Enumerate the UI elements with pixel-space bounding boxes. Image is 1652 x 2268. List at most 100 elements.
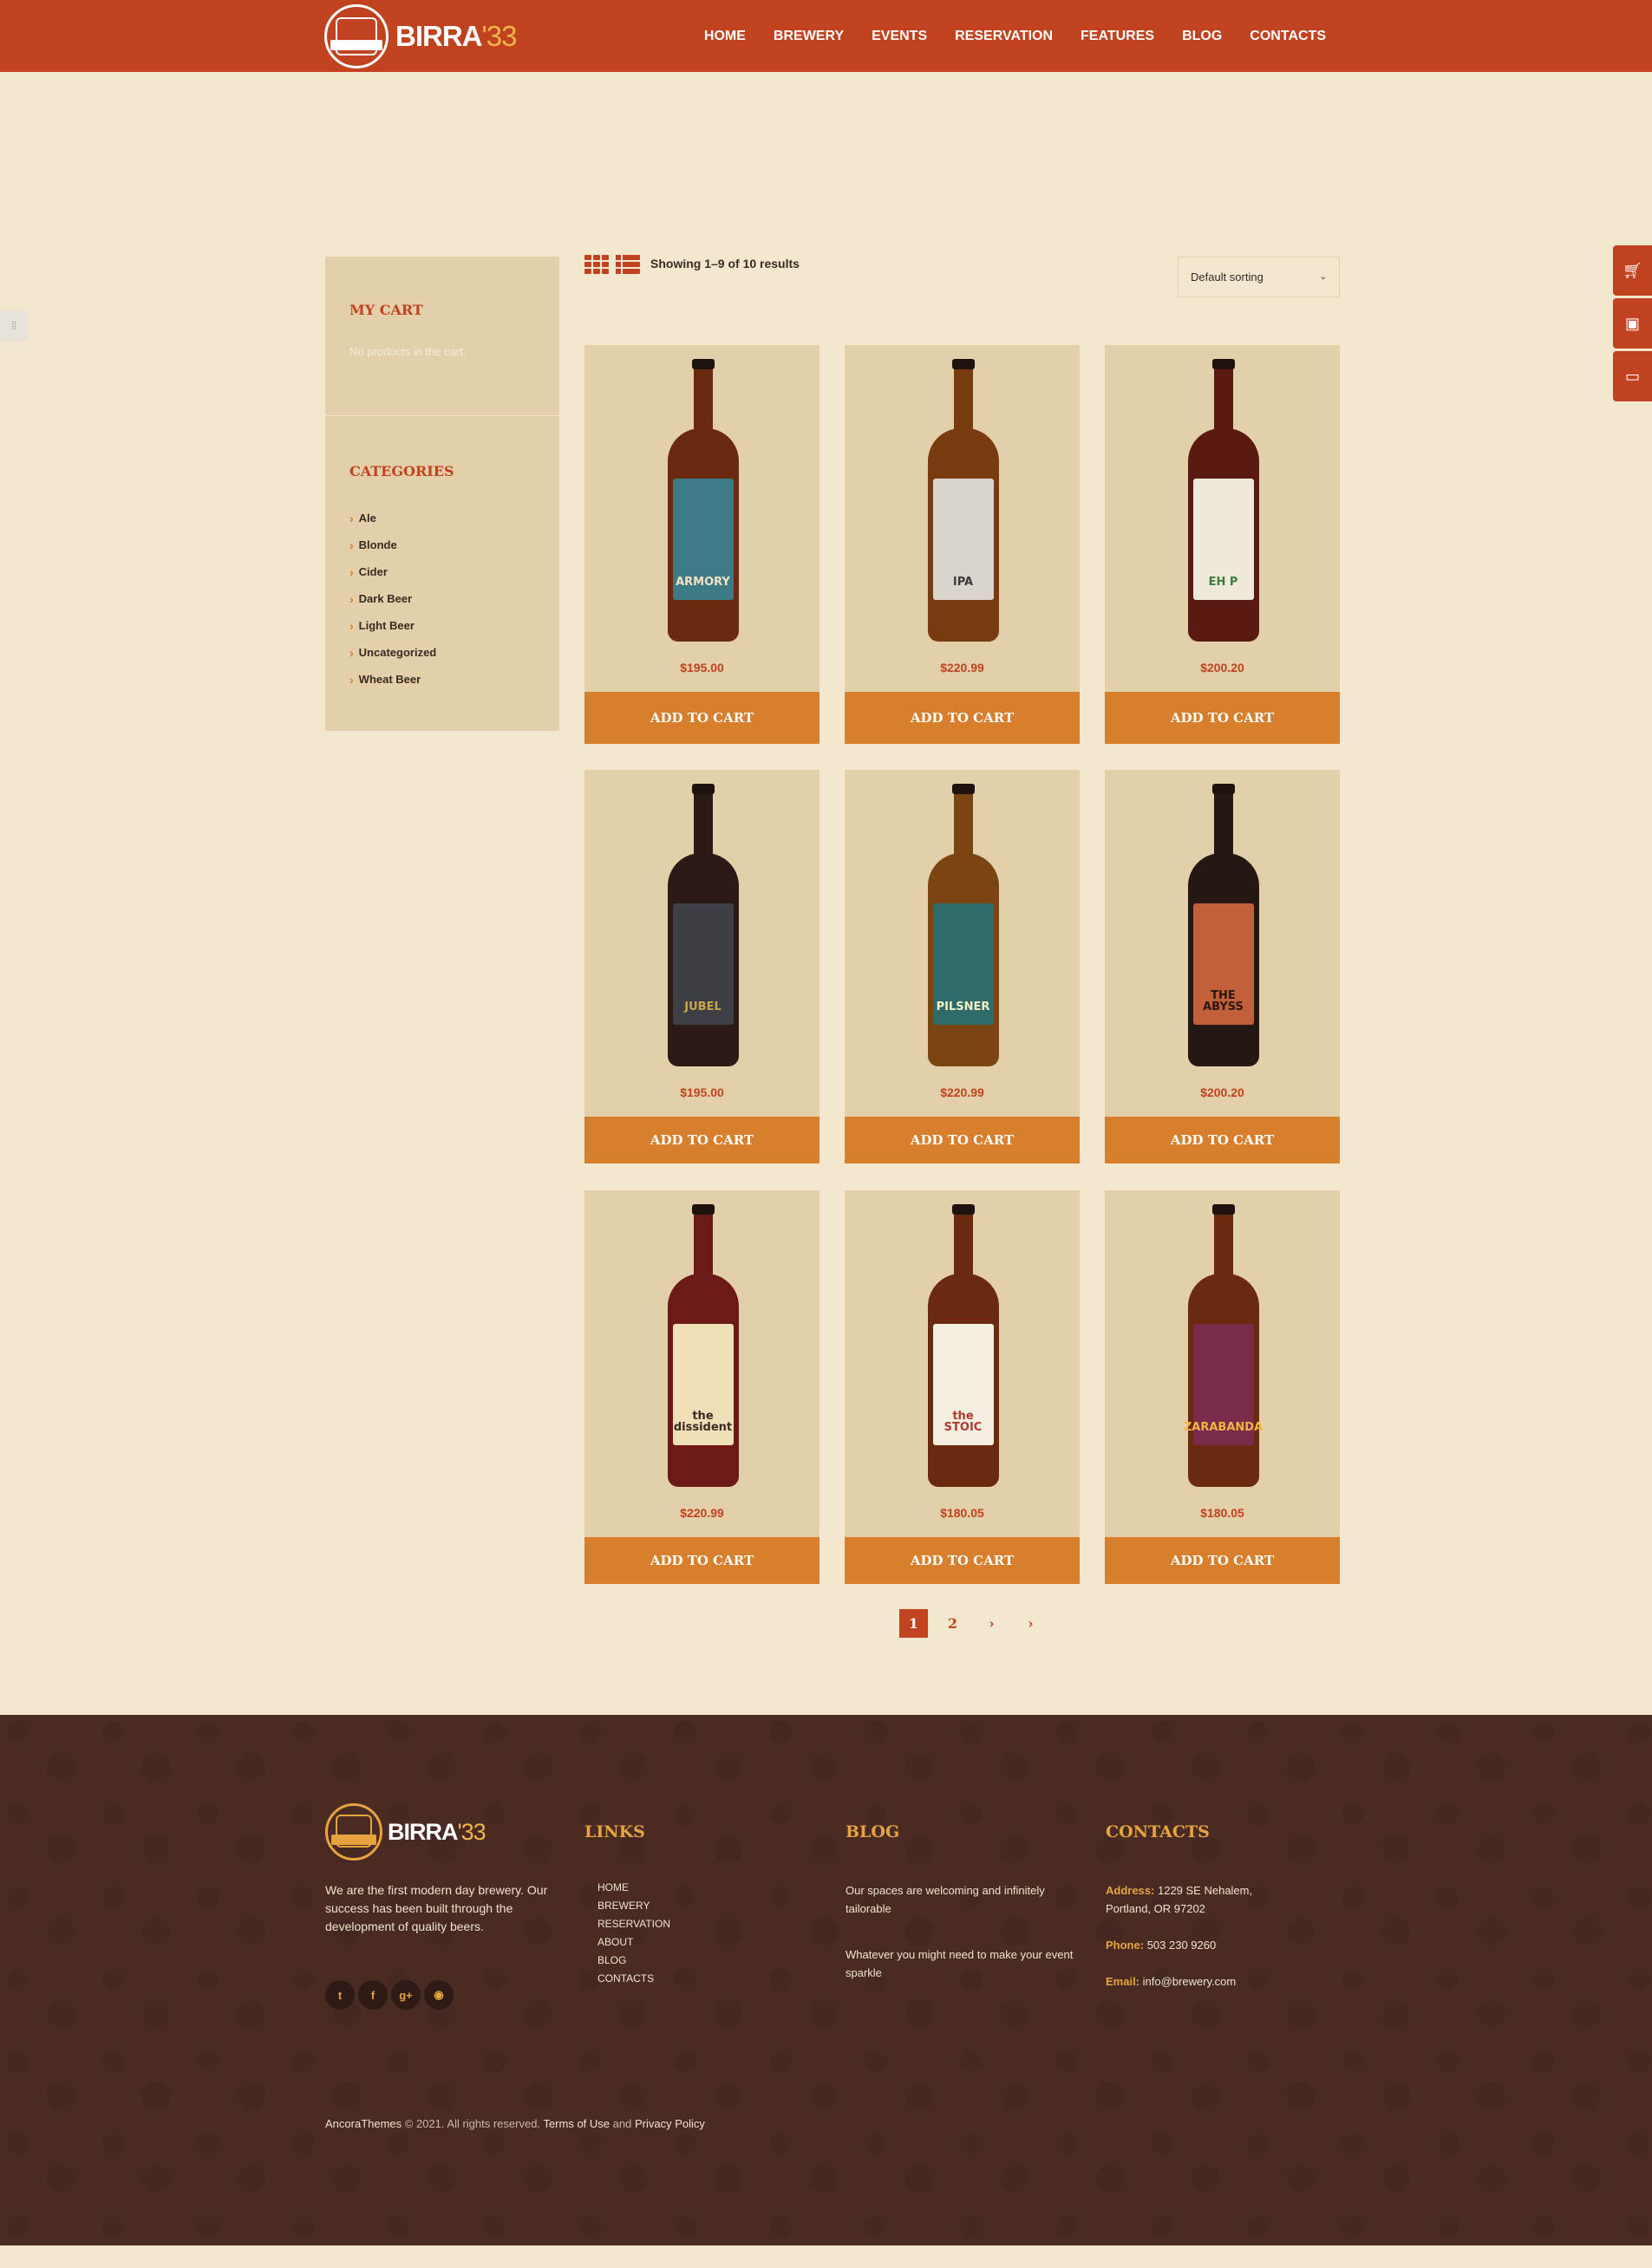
product-card[interactable]: EH P $200.20 ADD TO CART — [1105, 345, 1340, 744]
product-price: $180.05 — [940, 1506, 984, 1520]
footer-address: Address: 1229 SE Nehalem, Portland, OR 9… — [1106, 1884, 1253, 1915]
add-to-cart-button[interactable]: ADD TO CART — [1105, 692, 1340, 744]
site-header: BIRRA'33 HOME BREWERY EVENTS RESERVATION… — [0, 0, 1652, 72]
footer-link[interactable]: HOME — [597, 1881, 670, 1900]
product-image[interactable]: IPA $220.99 — [845, 345, 1080, 692]
product-image[interactable]: EH P $200.20 — [1105, 345, 1340, 692]
product-image[interactable]: JUBEL $195.00 — [584, 770, 819, 1117]
footer-about: We are the first modern day brewery. Our… — [325, 1883, 548, 1933]
page-1[interactable]: 1 — [899, 1609, 928, 1638]
product-image[interactable]: THE ABYSS $200.20 — [1105, 770, 1340, 1117]
image-icon[interactable]: ▣ — [1613, 298, 1652, 349]
footer-links-title: LINKS — [584, 1822, 645, 1841]
add-to-cart-button[interactable]: ADD TO CART — [584, 692, 819, 744]
footer-phone: Phone: 503 230 9260 — [1106, 1939, 1217, 1952]
chevron-right-icon: › — [349, 564, 354, 579]
category-item[interactable]: › Uncategorized — [349, 639, 436, 666]
twitter-icon[interactable]: t — [325, 1980, 355, 2010]
product-image[interactable]: the STOIC $180.05 — [845, 1190, 1080, 1537]
site-logo[interactable]: BIRRA'33 — [324, 4, 518, 68]
product-image[interactable]: ARMORY $195.00 — [584, 345, 819, 692]
facebook-icon[interactable]: f — [358, 1980, 388, 2010]
beer-bottle-icon: ZARABANDA — [1184, 1204, 1263, 1489]
categories-title: CATEGORIES — [349, 463, 454, 479]
product-price: $180.05 — [1200, 1506, 1244, 1520]
product-image[interactable]: ZARABANDA $180.05 — [1105, 1190, 1340, 1537]
bottle-label: the STOIC — [932, 1324, 994, 1445]
bottle-label: ARMORY — [672, 479, 734, 600]
beer-bottle-icon: EH P — [1187, 359, 1259, 643]
footer-logo[interactable]: BIRRA'33 — [325, 1803, 486, 1861]
social-links: t f g+ ◉ — [325, 1980, 454, 2010]
add-to-cart-button[interactable]: ADD TO CART — [584, 1117, 819, 1163]
product-card[interactable]: ZARABANDA $180.05 ADD TO CART — [1105, 1190, 1340, 1584]
add-to-cart-button[interactable]: ADD TO CART — [584, 1537, 819, 1584]
product-price: $220.99 — [940, 1085, 984, 1099]
add-to-cart-button[interactable]: ADD TO CART — [1105, 1117, 1340, 1163]
footer-blog-post[interactable]: Our spaces are welcoming and infinitely … — [846, 1881, 1080, 1918]
footer-link[interactable]: CONTACTS — [597, 1972, 670, 1991]
bottle-label: EH P — [1192, 479, 1254, 600]
footer-link[interactable]: ABOUT — [597, 1936, 670, 1954]
footer-link[interactable]: BREWERY — [597, 1900, 670, 1918]
browser-icon[interactable]: ▭ — [1613, 351, 1652, 401]
nav-contacts[interactable]: CONTACTS — [1250, 29, 1326, 44]
product-card[interactable]: the STOIC $180.05 ADD TO CART — [845, 1190, 1080, 1584]
terms-link[interactable]: Terms of Use — [543, 2117, 610, 2130]
product-card[interactable]: IPA $220.99 ADD TO CART — [845, 345, 1080, 744]
nav-brewery[interactable]: BREWERY — [774, 29, 844, 44]
last-page-icon[interactable]: › — [1016, 1609, 1045, 1638]
privacy-link[interactable]: Privacy Policy — [635, 2117, 705, 2130]
product-card[interactable]: THE ABYSS $200.20 ADD TO CART — [1105, 770, 1340, 1163]
footer-contacts-title: CONTACTS — [1106, 1822, 1210, 1841]
cart-icon[interactable]: 🛒︎ — [1613, 245, 1652, 296]
add-to-cart-button[interactable]: ADD TO CART — [845, 1117, 1080, 1163]
grid-view-icon[interactable] — [584, 255, 609, 274]
product-card[interactable]: JUBEL $195.00 ADD TO CART — [584, 770, 819, 1163]
beer-bottle-icon: ARMORY — [667, 359, 739, 643]
beer-bottle-icon: JUBEL — [667, 784, 739, 1068]
nav-blog[interactable]: BLOG — [1182, 29, 1222, 44]
category-item[interactable]: › Wheat Beer — [349, 666, 436, 693]
sort-select[interactable]: Default sorting ⌄ — [1178, 257, 1340, 297]
add-to-cart-button[interactable]: ADD TO CART — [1105, 1537, 1340, 1584]
rss-icon[interactable]: ◉ — [424, 1980, 454, 2010]
view-toggles — [584, 255, 640, 274]
copyright-brand[interactable]: AncoraThemes — [325, 2117, 402, 2130]
category-item[interactable]: › Blonde — [349, 531, 436, 558]
page-2[interactable]: 2 — [938, 1609, 967, 1638]
settings-toggle-icon[interactable]: ⦙⦙ — [0, 310, 28, 342]
copyright: AncoraThemes © 2021. All rights reserved… — [325, 2117, 705, 2130]
footer-link[interactable]: BLOG — [597, 1954, 670, 1972]
beer-bottle-icon: the dissident — [667, 1204, 739, 1489]
beer-bottle-icon: the STOIC — [927, 1204, 999, 1489]
nav-events[interactable]: EVENTS — [872, 29, 927, 44]
product-card[interactable]: the dissident $220.99 ADD TO CART — [584, 1190, 819, 1584]
main-nav: HOME BREWERY EVENTS RESERVATION FEATURES… — [704, 0, 1326, 72]
footer-blog-post[interactable]: Whatever you might need to make your eve… — [846, 1945, 1080, 1982]
next-page-icon[interactable]: › — [977, 1609, 1006, 1638]
product-price: $220.99 — [940, 661, 984, 675]
product-image[interactable]: the dissident $220.99 — [584, 1190, 819, 1537]
product-image[interactable]: PILSNER $220.99 — [845, 770, 1080, 1117]
category-item[interactable]: › Light Beer — [349, 612, 436, 639]
product-card[interactable]: PILSNER $220.99 ADD TO CART — [845, 770, 1080, 1163]
google-plus-icon[interactable]: g+ — [391, 1980, 421, 2010]
footer-link[interactable]: RESERVATION — [597, 1918, 670, 1936]
nav-reservation[interactable]: RESERVATION — [955, 29, 1053, 44]
product-card[interactable]: ARMORY $195.00 ADD TO CART — [584, 345, 819, 744]
nav-features[interactable]: FEATURES — [1081, 29, 1154, 44]
chevron-right-icon: › — [349, 672, 354, 687]
cart-empty-text: No products in the cart. — [349, 345, 467, 358]
nav-home[interactable]: HOME — [704, 29, 746, 44]
chevron-right-icon: › — [349, 618, 354, 633]
footer-email[interactable]: Email: info@brewery.com — [1106, 1972, 1279, 1991]
site-footer: BIRRA'33 We are the first modern day bre… — [0, 1715, 1652, 2245]
category-item[interactable]: › Ale — [349, 505, 436, 531]
list-view-icon[interactable] — [616, 255, 640, 274]
add-to-cart-button[interactable]: ADD TO CART — [845, 1537, 1080, 1584]
chevron-right-icon: › — [349, 645, 354, 660]
add-to-cart-button[interactable]: ADD TO CART — [845, 692, 1080, 744]
category-item[interactable]: › Cider — [349, 558, 436, 585]
category-item[interactable]: › Dark Beer — [349, 585, 436, 612]
